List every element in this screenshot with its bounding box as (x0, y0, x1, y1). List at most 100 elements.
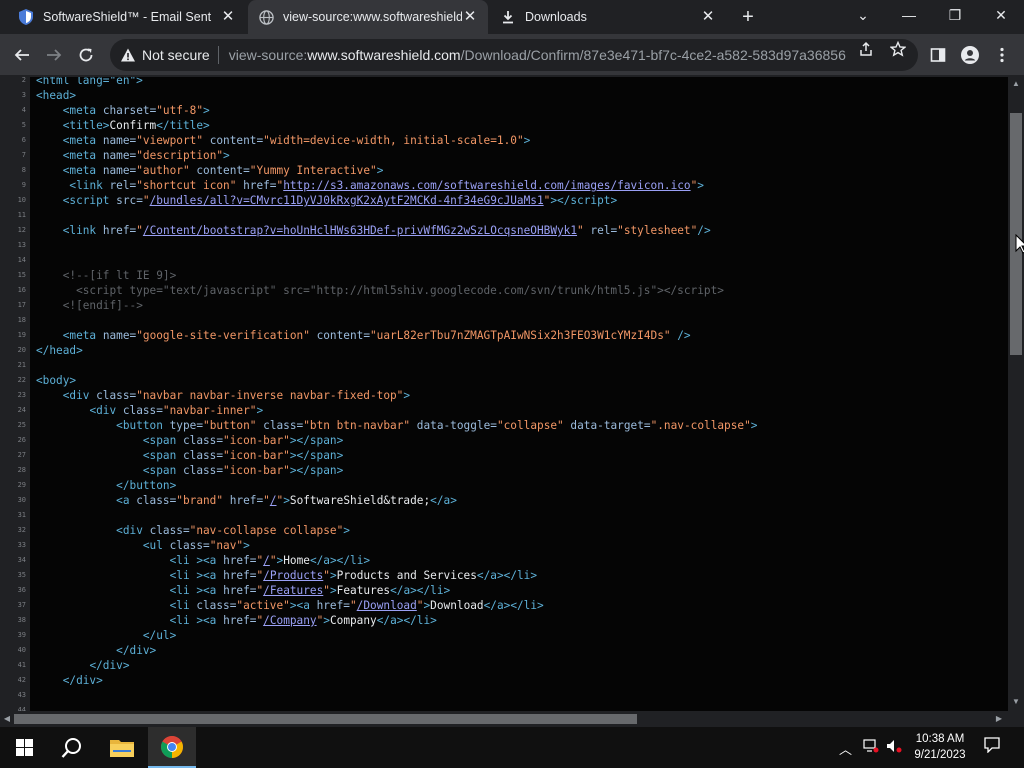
source-line: <ul class="nav"> (142, 539, 250, 552)
source-line: <script type="text/javascript" src="http… (36, 284, 724, 297)
tab-title: Downloads (525, 10, 587, 24)
line-number: 39 (17, 631, 26, 639)
back-button[interactable] (8, 41, 36, 69)
notification-center-icon[interactable] (984, 737, 1000, 756)
vertical-scrollbar[interactable]: ▲ ▼ (1008, 77, 1024, 711)
close-tab-icon[interactable]: ✕ (700, 9, 716, 25)
line-number: 3 (21, 91, 26, 99)
network-icon[interactable] (863, 739, 879, 756)
tab-downloads[interactable]: Downloads ✕ (490, 0, 726, 34)
horizontal-scroll-thumb[interactable] (14, 714, 637, 724)
source-link[interactable]: /Company (263, 614, 316, 627)
line-number-gutter: 2 3 4 5 6 7 8 9 10 11 12 13 14 15 16 17 18 19 20 21 22 23 24 25… (0, 77, 30, 711)
scroll-up-arrow-icon[interactable]: ▲ (1011, 79, 1021, 89)
source-link[interactable]: /Features (263, 584, 323, 597)
volume-muted-icon[interactable] (886, 739, 902, 756)
browser-toolbar: Not secure view-source: www.softwareshiel… (0, 34, 1024, 76)
source-line: <span class="icon-bar"></span> (142, 464, 344, 477)
minimize-button[interactable]: — (886, 0, 932, 30)
scrollbar-corner (1008, 711, 1024, 727)
line-number: 9 (21, 181, 26, 189)
source-link[interactable]: /bundles/all?v=CMvrc11DyVJ0kRxgK2xAytF2M… (150, 194, 544, 207)
line-number: 19 (17, 331, 26, 339)
line-number: 42 (17, 676, 26, 684)
back-arrow-icon (14, 49, 29, 61)
clock-time: 10:38 AM (915, 733, 965, 745)
file-explorer-button[interactable] (98, 727, 146, 768)
bookmark-star-icon[interactable] (888, 40, 908, 59)
scroll-right-arrow-icon[interactable]: ▶ (994, 714, 1004, 724)
source-line: <div class="nav-collapse collapse"> (116, 524, 350, 537)
system-clock[interactable]: 10:38 AM 9/21/2023 (908, 731, 972, 763)
view-source-content[interactable]: 2 3 4 5 6 7 8 9 10 11 12 13 14 15 16 17 18 19 20 21 22 23 24 25… (0, 77, 1008, 711)
source-link[interactable]: / (263, 554, 270, 567)
source-line: <![endif]--> (62, 299, 143, 312)
source-line: <div class="navbar-inner"> (89, 404, 264, 417)
source-line: <span class="icon-bar"></span> (142, 434, 344, 447)
close-tab-icon[interactable]: ✕ (462, 9, 478, 25)
search-button[interactable] (48, 727, 96, 768)
line-number: 7 (21, 151, 26, 159)
line-number: 26 (17, 436, 26, 444)
share-icon[interactable] (856, 41, 876, 59)
line-number: 13 (17, 241, 26, 249)
profile-icon (961, 46, 979, 64)
line-number: 5 (21, 121, 26, 129)
line-number: 31 (17, 511, 26, 519)
address-bar[interactable]: Not secure view-source: www.softwareshiel… (110, 39, 918, 71)
source-link[interactable]: /Download (357, 599, 417, 612)
reload-button[interactable] (72, 41, 100, 69)
forward-arrow-icon (47, 49, 62, 61)
source-link[interactable]: /Products (263, 569, 323, 582)
mouse-cursor-icon (1015, 234, 1024, 254)
side-panel-icon (930, 48, 946, 62)
line-number: 34 (17, 556, 26, 564)
line-number: 25 (17, 421, 26, 429)
tab-title: view-source:www.softwareshield.com/Downl… (283, 10, 462, 24)
chrome-taskbar-button[interactable] (148, 727, 196, 768)
source-line: <li class="active"><a href="/Download">D… (169, 599, 544, 612)
tab-email-sent[interactable]: SoftwareShield™ - Email Sent ✕ (8, 0, 246, 34)
new-tab-button[interactable]: + (737, 5, 759, 29)
source-line: <meta name="description"> (62, 149, 230, 162)
source-line: <title>Confirm</title> (62, 119, 210, 132)
source-line: </head> (36, 344, 83, 357)
line-number: 21 (17, 361, 26, 369)
source-link[interactable]: /Content/bootstrap?v=hoUnHclHWs63HDef-pr… (143, 224, 577, 237)
start-button[interactable] (0, 727, 48, 768)
scroll-left-arrow-icon[interactable]: ◀ (2, 714, 12, 724)
source-line: <button type="button" class="btn btn-nav… (116, 419, 758, 432)
shield-icon (18, 9, 34, 25)
menu-button[interactable] (988, 41, 1016, 69)
scroll-down-arrow-icon[interactable]: ▼ (1011, 697, 1021, 707)
source-line: </div> (116, 644, 157, 657)
source-link[interactable]: http://s3.amazonaws.com/softwareshield.c… (283, 179, 690, 192)
close-tab-icon[interactable]: ✕ (220, 9, 236, 25)
reload-icon (79, 48, 93, 62)
source-link[interactable]: / (270, 494, 277, 507)
profile-button[interactable] (956, 41, 984, 69)
close-window-button[interactable]: ✕ (978, 0, 1024, 30)
source-code-area[interactable]: <html lang="en"> <head> <meta charset="ut… (30, 77, 1008, 711)
tab-search-icon[interactable]: ⌄ (840, 0, 886, 30)
line-number: 32 (17, 526, 26, 534)
line-number: 15 (17, 271, 26, 279)
tab-title: SoftwareShield™ - Email Sent (43, 10, 212, 24)
line-number: 29 (17, 481, 26, 489)
show-hidden-icons-icon[interactable]: ︿ (839, 739, 852, 758)
line-number: 11 (17, 211, 26, 219)
line-number: 41 (17, 661, 26, 669)
search-icon (61, 737, 81, 758)
horizontal-scrollbar[interactable]: ◀ ▶ (0, 711, 1008, 727)
side-panel-button[interactable] (924, 41, 952, 69)
folder-icon (110, 740, 134, 757)
line-number: 33 (17, 541, 26, 549)
line-number: 43 (17, 691, 26, 699)
clock-date: 9/21/2023 (914, 749, 966, 761)
forward-button[interactable] (40, 41, 68, 69)
restore-button[interactable]: ❐ (932, 0, 978, 30)
line-number: 16 (17, 286, 26, 294)
line-number: 40 (17, 646, 26, 654)
security-label[interactable]: Not secure (142, 47, 210, 63)
tab-view-source[interactable]: view-source:www.softwareshield.com/Downl… (248, 0, 488, 34)
